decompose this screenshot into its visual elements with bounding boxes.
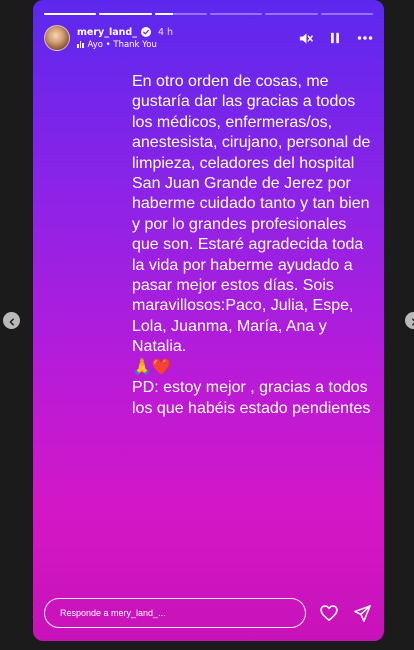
heart-icon[interactable] bbox=[318, 602, 339, 624]
story-header: mery_land_ 4 h Ayo • Thank You bbox=[44, 22, 373, 54]
reply-placeholder: Responde a mery_land_... bbox=[60, 608, 166, 618]
avatar[interactable] bbox=[44, 25, 70, 51]
post-time: 4 h bbox=[157, 26, 174, 38]
story-viewer[interactable]: mery_land_ 4 h Ayo • Thank You En otro o… bbox=[33, 0, 384, 641]
story-paragraph: En otro orden de cosas, me gustaría dar … bbox=[132, 73, 371, 356]
progress-segment bbox=[44, 13, 97, 15]
username[interactable]: mery_land_ bbox=[77, 27, 137, 38]
send-icon[interactable] bbox=[352, 602, 373, 624]
next-story-button[interactable] bbox=[405, 312, 414, 329]
reply-input[interactable]: Responde a mery_land_... bbox=[44, 598, 307, 628]
progress-segment bbox=[154, 13, 207, 15]
story-emoji: 🙏❤️ bbox=[132, 358, 172, 376]
audio-track-label[interactable]: Ayo • Thank You bbox=[88, 40, 157, 50]
previous-story-button[interactable] bbox=[3, 312, 20, 329]
story-postscript: PD: estoy mejor , gracias a todos los qu… bbox=[132, 379, 371, 417]
audio-bars-icon bbox=[77, 41, 84, 48]
story-footer: Responde a mery_land_... bbox=[44, 597, 373, 629]
chevron-right-icon bbox=[410, 311, 414, 330]
story-text: En otro orden de cosas, me gustaría dar … bbox=[132, 72, 372, 419]
progress-segment bbox=[99, 13, 152, 15]
story-meta: mery_land_ 4 h Ayo • Thank You bbox=[77, 27, 173, 50]
pause-icon[interactable] bbox=[327, 30, 343, 46]
more-options-icon[interactable] bbox=[357, 30, 373, 46]
story-progress-bar bbox=[44, 13, 373, 15]
chevron-left-icon bbox=[8, 311, 16, 330]
speaker-muted-icon[interactable] bbox=[297, 30, 313, 46]
progress-segment bbox=[320, 13, 373, 15]
progress-segment bbox=[209, 13, 263, 15]
progress-segment bbox=[265, 13, 318, 15]
verified-badge-icon bbox=[140, 27, 151, 37]
